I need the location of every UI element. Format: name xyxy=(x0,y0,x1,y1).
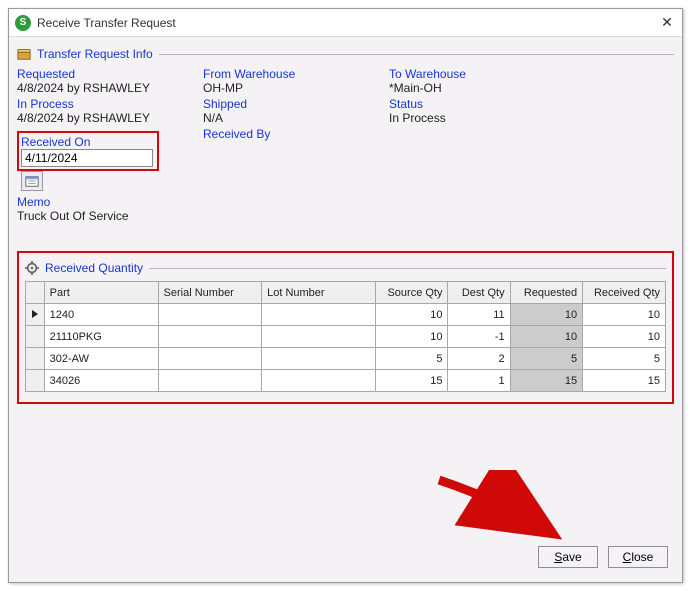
section-received-qty-header: Received Quantity xyxy=(25,261,666,275)
col-lot[interactable]: Lot Number xyxy=(262,282,376,304)
col-dest-qty[interactable]: Dest Qty xyxy=(448,282,510,304)
cell-serial[interactable] xyxy=(158,326,262,348)
table-row[interactable]: 21110PKG 10 -1 10 10 xyxy=(26,326,666,348)
cell-part[interactable]: 21110PKG xyxy=(44,326,158,348)
status-label: Status xyxy=(389,97,674,111)
memo-value: Truck Out Of Service xyxy=(17,209,674,223)
col-received-qty[interactable]: Received Qty xyxy=(583,282,666,304)
window-title: Receive Transfer Request xyxy=(37,16,658,30)
received-qty-table[interactable]: Part Serial Number Lot Number Source Qty… xyxy=(25,281,666,392)
button-row: Save Close xyxy=(538,546,668,568)
table-header-row: Part Serial Number Lot Number Source Qty… xyxy=(26,282,666,304)
cell-received-qty[interactable]: 15 xyxy=(583,370,666,392)
to-warehouse-value: *Main-OH xyxy=(389,81,674,95)
row-indicator xyxy=(26,348,45,370)
received-on-highlight: Received On xyxy=(17,131,159,171)
cell-dest-qty[interactable]: 11 xyxy=(448,304,510,326)
table-row[interactable]: 1240 10 11 10 10 xyxy=(26,304,666,326)
close-icon[interactable]: ✕ xyxy=(658,14,676,31)
close-button[interactable]: Close xyxy=(608,546,668,568)
titlebar: S Receive Transfer Request ✕ xyxy=(9,9,682,37)
from-warehouse-label: From Warehouse xyxy=(203,67,373,81)
inprocess-label: In Process xyxy=(17,97,187,111)
cell-part[interactable]: 302-AW xyxy=(44,348,158,370)
package-icon xyxy=(17,47,31,61)
content-area: Transfer Request Info Requested 4/8/2024… xyxy=(9,37,682,582)
received-by-label: Received By xyxy=(203,127,373,141)
cell-source-qty[interactable]: 15 xyxy=(376,370,448,392)
col-source-qty[interactable]: Source Qty xyxy=(376,282,448,304)
section-received-qty-title: Received Quantity xyxy=(45,261,143,275)
cell-serial[interactable] xyxy=(158,304,262,326)
requested-value: 4/8/2024 by RSHAWLEY xyxy=(17,81,187,95)
inprocess-value: 4/8/2024 by RSHAWLEY xyxy=(17,111,187,125)
table-row[interactable]: 302-AW 5 2 5 5 xyxy=(26,348,666,370)
cell-requested[interactable]: 10 xyxy=(510,304,582,326)
row-pointer-icon xyxy=(32,310,38,318)
requested-label: Requested xyxy=(17,67,187,81)
app-icon: S xyxy=(15,15,31,31)
cell-requested[interactable]: 15 xyxy=(510,370,582,392)
cell-part[interactable]: 34026 xyxy=(44,370,158,392)
dialog-window: S Receive Transfer Request ✕ Transfer Re… xyxy=(8,8,683,583)
cell-source-qty[interactable]: 10 xyxy=(376,304,448,326)
divider xyxy=(149,268,666,269)
close-button-label-rest: lose xyxy=(631,550,653,564)
row-indicator xyxy=(26,326,45,348)
col-serial[interactable]: Serial Number xyxy=(158,282,262,304)
table-row[interactable]: 34026 15 1 15 15 xyxy=(26,370,666,392)
cell-received-qty[interactable]: 10 xyxy=(583,304,666,326)
cell-dest-qty[interactable]: 2 xyxy=(448,348,510,370)
col-part[interactable]: Part xyxy=(44,282,158,304)
cell-dest-qty[interactable]: 1 xyxy=(448,370,510,392)
to-warehouse-label: To Warehouse xyxy=(389,67,674,81)
cell-part[interactable]: 1240 xyxy=(44,304,158,326)
save-button-label-rest: ave xyxy=(562,550,581,564)
cell-requested[interactable]: 5 xyxy=(510,348,582,370)
info-grid: Requested 4/8/2024 by RSHAWLEY From Ware… xyxy=(17,67,674,191)
row-header-blank xyxy=(26,282,45,304)
row-indicator xyxy=(26,304,45,326)
cell-received-qty[interactable]: 5 xyxy=(583,348,666,370)
shipped-label: Shipped xyxy=(203,97,373,111)
cell-lot[interactable] xyxy=(262,370,376,392)
cell-source-qty[interactable]: 5 xyxy=(376,348,448,370)
cell-received-qty[interactable]: 10 xyxy=(583,326,666,348)
received-quantity-highlight: Received Quantity Part Serial Number Lot… xyxy=(17,251,674,404)
cell-requested[interactable]: 10 xyxy=(510,326,582,348)
received-on-input[interactable] xyxy=(21,149,153,167)
received-on-label: Received On xyxy=(21,135,153,149)
date-picker-button[interactable] xyxy=(21,171,43,191)
gear-icon xyxy=(25,261,39,275)
cell-source-qty[interactable]: 10 xyxy=(376,326,448,348)
cell-serial[interactable] xyxy=(158,370,262,392)
cell-lot[interactable] xyxy=(262,304,376,326)
cell-serial[interactable] xyxy=(158,348,262,370)
from-warehouse-value: OH-MP xyxy=(203,81,373,95)
cell-dest-qty[interactable]: -1 xyxy=(448,326,510,348)
calendar-icon xyxy=(25,174,39,188)
memo-label: Memo xyxy=(17,195,674,209)
section-transfer-info-header: Transfer Request Info xyxy=(17,47,674,61)
memo-block: Memo Truck Out Of Service xyxy=(17,195,674,223)
status-value: In Process xyxy=(389,111,674,125)
cell-lot[interactable] xyxy=(262,348,376,370)
col-requested[interactable]: Requested xyxy=(510,282,582,304)
section-transfer-info-title: Transfer Request Info xyxy=(37,47,153,61)
shipped-value: N/A xyxy=(203,111,373,125)
divider xyxy=(159,54,674,55)
cell-lot[interactable] xyxy=(262,326,376,348)
row-indicator xyxy=(26,370,45,392)
save-button[interactable]: Save xyxy=(538,546,598,568)
